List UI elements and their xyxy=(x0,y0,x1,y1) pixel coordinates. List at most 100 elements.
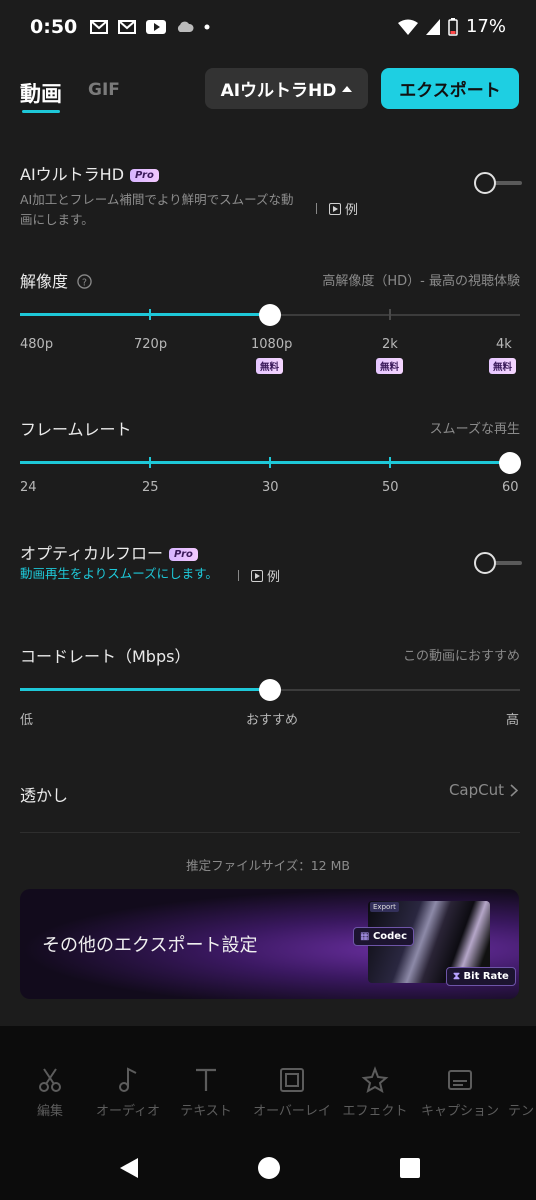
frame-rate-option[interactable]: 24 xyxy=(20,480,37,495)
tab-video-underline xyxy=(22,110,60,113)
bitrate-slider-thumb[interactable] xyxy=(259,679,281,701)
status-right: 17% xyxy=(397,16,506,37)
optical-flow-description: 動画再生をよりスムーズにします。 xyxy=(20,566,218,581)
svg-text:?: ? xyxy=(82,277,87,288)
recents-icon[interactable] xyxy=(399,1156,421,1180)
frame-rate-option[interactable]: 60 xyxy=(502,480,519,495)
text-icon xyxy=(196,1068,216,1091)
nav-audio[interactable]: オーディオ xyxy=(88,1066,168,1119)
banner-export-tag: Export xyxy=(370,902,399,912)
frame-rate-slider-thumb[interactable] xyxy=(499,452,521,474)
resolution-option-4k[interactable]: 4k xyxy=(496,337,512,352)
bitrate-tag-label: Bit Rate xyxy=(463,971,509,982)
optical-flow-example-link[interactable]: 例 xyxy=(238,566,280,585)
overlay-icon xyxy=(280,1068,304,1092)
optical-flow-title: オプティカルフロー xyxy=(20,544,164,563)
frame-rate-slider[interactable] xyxy=(20,451,521,475)
bitrate-label-recommended: おすすめ xyxy=(246,713,299,728)
scissors-icon xyxy=(39,1068,61,1092)
tab-gif[interactable]: GIF xyxy=(88,80,120,100)
nav-text[interactable]: テキスト xyxy=(166,1066,246,1119)
free-badge: 無料 xyxy=(256,358,284,374)
resolution-option-2k[interactable]: 2k xyxy=(382,337,398,352)
home-icon[interactable] xyxy=(258,1156,280,1180)
caret-up-icon xyxy=(342,85,353,92)
signal-icon xyxy=(425,18,440,35)
youtube-icon xyxy=(146,20,166,34)
nav-audio-label: オーディオ xyxy=(95,1104,161,1119)
wifi-icon xyxy=(397,19,418,35)
nav-edit-label: 編集 xyxy=(36,1104,63,1119)
ai-ultra-hd-button[interactable]: AIウルトラHD xyxy=(205,68,368,109)
bitrate-slider[interactable] xyxy=(20,678,520,702)
tab-video[interactable]: 動画 xyxy=(20,78,62,108)
bitrate-note: この動画におすすめ xyxy=(402,649,520,664)
play-example-icon xyxy=(329,202,341,215)
frame-rate-option[interactable]: 30 xyxy=(262,480,279,495)
ultra-hd-toggle[interactable] xyxy=(474,170,522,196)
divider xyxy=(20,832,520,833)
nav-effects-label: エフェクト xyxy=(342,1104,408,1119)
music-note-icon xyxy=(119,1067,137,1092)
bitrate-label-high: 高 xyxy=(506,713,520,728)
estimated-file-size: 推定ファイルサイズ：12 MB xyxy=(186,858,350,873)
codec-tag: ▦ Codec xyxy=(353,927,415,946)
watermark-setting[interactable]: CapCut xyxy=(449,781,518,799)
ultra-hd-example-link[interactable]: 例 xyxy=(316,199,358,218)
back-icon[interactable] xyxy=(118,1156,140,1180)
play-example-icon xyxy=(251,569,263,582)
frame-rate-option[interactable]: 25 xyxy=(142,480,159,495)
resolution-option-1080p[interactable]: 1080p xyxy=(251,337,292,352)
example-label: 例 xyxy=(267,570,281,585)
nav-overlay[interactable]: オーバーレイ xyxy=(252,1066,332,1119)
free-badge: 無料 xyxy=(376,358,404,374)
optical-flow-toggle[interactable] xyxy=(474,550,522,576)
battery-icon xyxy=(448,17,458,36)
bitrate-tag: ⧗ Bit Rate xyxy=(446,967,516,986)
star-sparkle-icon xyxy=(361,1066,389,1094)
resolution-note: 高解像度（HD）- 最高の視聴体験 xyxy=(322,274,520,289)
caption-icon xyxy=(448,1070,472,1090)
mail-icon xyxy=(90,20,108,34)
pro-badge: Pro xyxy=(169,548,198,561)
more-export-settings-banner[interactable]: その他のエクスポート設定 Export ▦ Codec ⧗ Bit Rate xyxy=(20,889,519,999)
resolution-title-row: 解像度 ? xyxy=(20,268,92,292)
hourglass-icon: ⧗ xyxy=(453,971,461,982)
status-time: 0:50 xyxy=(30,16,78,38)
optical-flow-title-row: オプティカルフロー Pro xyxy=(20,540,198,564)
watermark-title: 透かし xyxy=(20,786,69,805)
nav-template[interactable]: テン xyxy=(508,1066,536,1119)
resolution-option-480p[interactable]: 480p xyxy=(20,337,53,352)
resolution-tick xyxy=(149,309,151,320)
notification-icons xyxy=(90,20,210,34)
resolution-tick xyxy=(389,309,391,320)
toggle-knob xyxy=(474,172,496,194)
battery-percent: 17% xyxy=(465,16,506,37)
nav-captions-label: キャプション xyxy=(420,1104,499,1119)
resolution-slider-thumb[interactable] xyxy=(259,304,281,326)
resolution-title: 解像度 xyxy=(20,272,69,291)
frame-rate-title: フレームレート xyxy=(20,420,132,439)
frame-rate-tick xyxy=(389,457,391,468)
ai-ultra-hd-button-label: AIウルトラHD xyxy=(220,81,337,101)
bitrate-title: コードレート（Mbps） xyxy=(20,647,191,666)
resolution-slider[interactable] xyxy=(20,303,520,327)
export-settings-sheet: 動画 GIF AIウルトラHD エクスポート AIウルトラHD Pro AI加工と… xyxy=(0,60,536,1026)
help-icon[interactable]: ? xyxy=(77,274,92,289)
export-button[interactable]: エクスポート xyxy=(381,68,519,109)
resolution-option-720p[interactable]: 720p xyxy=(134,337,167,352)
nav-edit[interactable]: 編集 xyxy=(10,1066,90,1119)
film-icon: ▦ xyxy=(360,931,370,942)
nav-effects[interactable]: エフェクト xyxy=(335,1066,415,1119)
frame-rate-option[interactable]: 50 xyxy=(382,480,399,495)
frame-rate-slider-fill xyxy=(20,461,510,464)
bitrate-slider-fill xyxy=(20,688,270,691)
nav-text-label: テキスト xyxy=(180,1104,232,1119)
example-label: 例 xyxy=(345,203,359,218)
codec-tag-label: Codec xyxy=(372,931,408,942)
bottom-toolbar: 編集 オーディオ テキスト オーバーレイ エフェクト キャプション テン xyxy=(0,1026,536,1200)
chevron-right-icon xyxy=(510,783,518,797)
nav-captions[interactable]: キャプション xyxy=(420,1066,500,1119)
frame-rate-note: スムーズな再生 xyxy=(429,422,520,437)
ultra-hd-description-line2: 画にします。 xyxy=(20,212,94,227)
